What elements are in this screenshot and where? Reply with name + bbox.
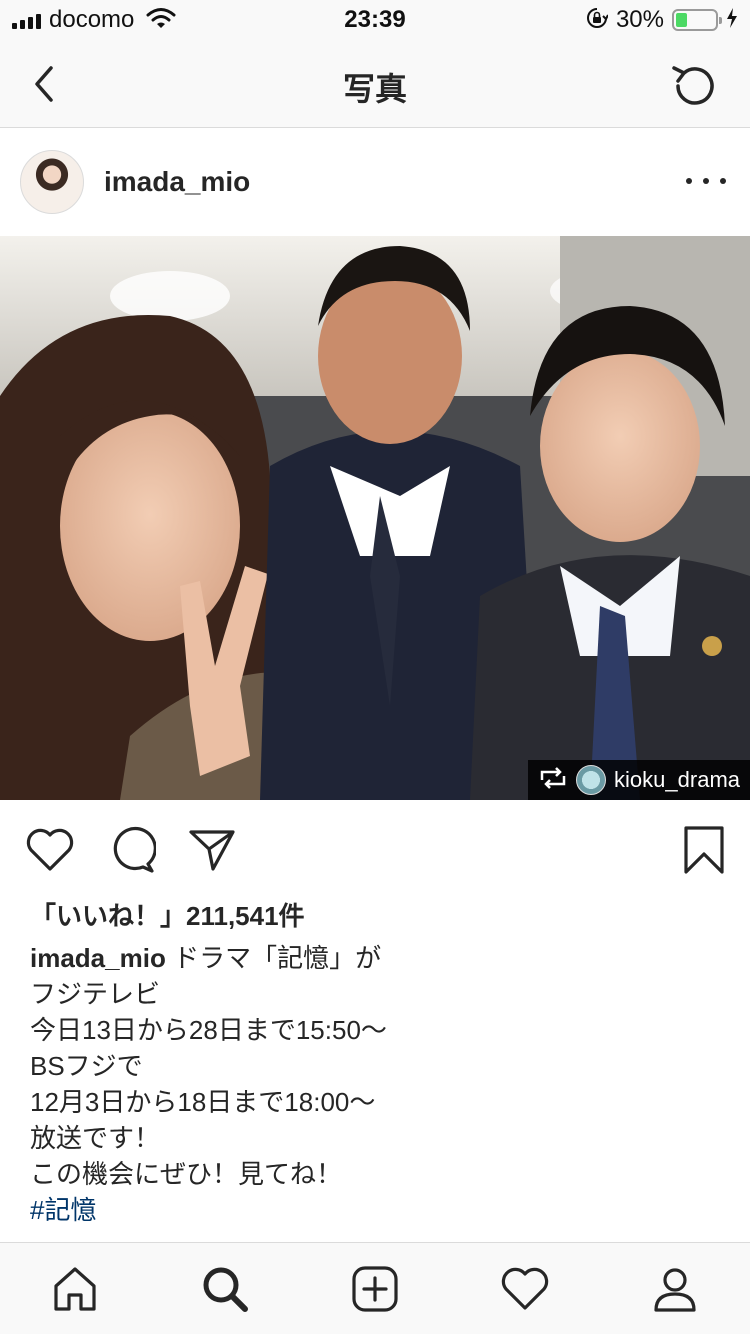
repost-icon: [538, 766, 568, 795]
tab-profile[interactable]: [645, 1259, 705, 1319]
save-button[interactable]: [676, 822, 732, 878]
more-options-button[interactable]: [686, 166, 726, 196]
battery-percent: 30%: [615, 6, 664, 33]
bookmark-icon: [684, 826, 724, 874]
caption-line: imada_mio ドラマ「記憶」が: [30, 940, 720, 976]
tab-search[interactable]: [195, 1259, 255, 1319]
caption-text: ドラマ「記憶」が: [173, 943, 382, 973]
caption-line: フジテレビ: [30, 979, 161, 1009]
caption-line: この機会にぜひ！見てね！: [30, 1159, 343, 1189]
refresh-button[interactable]: [666, 58, 722, 114]
avatar[interactable]: [20, 150, 84, 214]
status-bar: docomo 23:39 30%: [0, 0, 750, 40]
post-image: [0, 236, 750, 800]
battery-level: [676, 13, 688, 27]
repost-avatar: [576, 765, 607, 795]
tab-bar: [0, 1242, 750, 1334]
likes-count[interactable]: 「いいね！」211,541件: [30, 896, 305, 933]
caption-username[interactable]: imada_mio: [30, 943, 166, 973]
navigation-bar: 写真: [0, 40, 750, 128]
refresh-icon: [672, 66, 714, 105]
page-title: 写真: [342, 71, 407, 107]
caption-line: BSフジで: [30, 1051, 143, 1081]
tab-home[interactable]: [45, 1259, 105, 1319]
repost-attribution[interactable]: kioku_drama: [528, 760, 750, 800]
hashtag-link[interactable]: #記憶: [30, 1192, 720, 1228]
battery-icon: [672, 9, 722, 31]
post-actions: [0, 810, 750, 890]
activity-heart-icon: [501, 1267, 549, 1310]
orientation-lock-icon: [586, 7, 609, 34]
like-button[interactable]: [22, 822, 78, 878]
post-username[interactable]: imada_mio: [104, 166, 250, 198]
caption-line: 12月3日から18日まで18:00〜: [30, 1087, 376, 1117]
tab-new-post[interactable]: [345, 1259, 405, 1319]
heart-icon: [26, 828, 74, 871]
comment-icon: [113, 827, 156, 873]
charging-icon: [726, 7, 738, 34]
repost-username: kioku_drama: [614, 767, 740, 792]
caption-line: 放送です！: [30, 1123, 161, 1153]
comment-button[interactable]: [104, 822, 160, 878]
caption-line: 今日13日から28日まで15:50〜: [30, 1015, 387, 1045]
share-icon: [189, 830, 235, 871]
ellipsis-icon: [686, 178, 692, 184]
share-button[interactable]: [184, 822, 240, 878]
post-photo[interactable]: kioku_drama: [0, 236, 750, 800]
search-icon: [203, 1267, 248, 1312]
tab-activity[interactable]: [495, 1259, 555, 1319]
post-header: imada_mio: [0, 128, 750, 236]
post-caption: imada_mio ドラマ「記憶」が フジテレビ 今日13日から28日まで15:…: [30, 940, 720, 1228]
add-post-icon: [352, 1266, 398, 1312]
profile-icon: [654, 1268, 696, 1312]
home-icon: [54, 1267, 96, 1311]
